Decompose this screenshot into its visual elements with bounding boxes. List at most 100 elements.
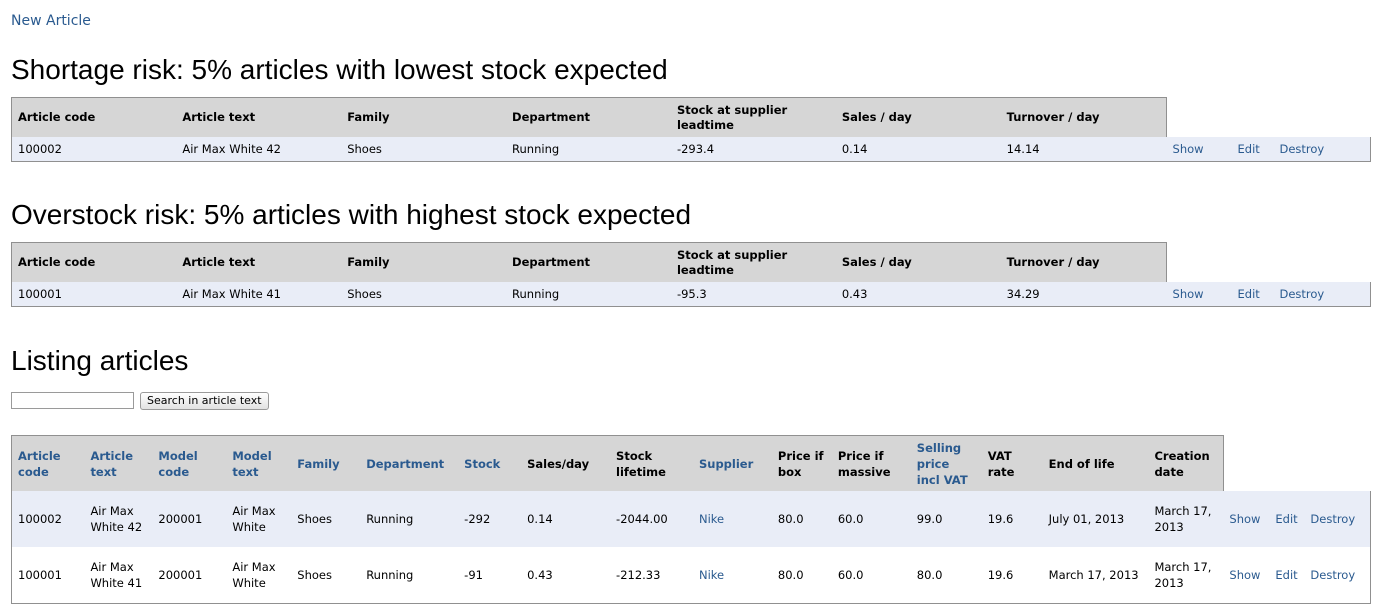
table-cell: July 01, 2013 (1042, 491, 1149, 547)
show-link[interactable]: Show (1173, 287, 1204, 301)
articles-table: Article code Article text Model code Mod… (11, 435, 1372, 604)
search-input[interactable] (11, 392, 134, 409)
show-link[interactable]: Show (1173, 142, 1204, 156)
table-cell: 100002 (11, 137, 177, 162)
table-cell: Running (360, 547, 459, 604)
column-header: Sales / day (835, 97, 1001, 137)
table-cell: 19.6 (981, 547, 1043, 604)
table-cell: March 17, 2013 (1148, 491, 1224, 547)
table-cell: 80.0 (771, 491, 832, 547)
table-cell: 34.29 (1000, 282, 1167, 307)
edit-link[interactable]: Edit (1275, 512, 1297, 526)
column-header: Sales/day (521, 435, 611, 491)
column-header: Stock lifetime (610, 435, 693, 491)
table-header-row: Article code Article text Family Departm… (11, 242, 1371, 282)
column-header: Price if box (771, 435, 832, 491)
table-cell: 0.43 (521, 547, 611, 604)
shortage-risk-table: Article code Article text Family Departm… (11, 97, 1372, 162)
edit-link[interactable]: Edit (1238, 142, 1260, 156)
table-cell: March 17, 2013 (1148, 547, 1224, 604)
column-header: Price if massive (831, 435, 911, 491)
column-header: Family (341, 97, 507, 137)
edit-link[interactable]: Edit (1275, 568, 1297, 582)
sort-supplier[interactable]: Supplier (699, 457, 753, 471)
table-cell: Running (506, 137, 671, 162)
supplier-link[interactable]: Nike (699, 568, 724, 582)
search-button[interactable]: Search in article text (140, 392, 269, 410)
destroy-link[interactable]: Destroy (1279, 142, 1324, 156)
table-cell: 200001 (152, 547, 227, 604)
column-header: Article code (11, 97, 177, 137)
sort-model-code[interactable]: Model code (158, 449, 197, 479)
column-header: Sales / day (835, 242, 1001, 282)
listing-articles-title: Listing articles (11, 345, 189, 376)
table-cell: 200001 (152, 491, 227, 547)
table-cell: 0.14 (835, 137, 1001, 162)
table-cell: Air Max White 41 (84, 547, 153, 604)
table-cell: Shoes (341, 137, 507, 162)
table-cell: Air Max White 42 (176, 137, 342, 162)
table-row: 100002 Air Max White 42 Shoes Running -2… (11, 137, 1372, 162)
table-cell: 19.6 (981, 491, 1043, 547)
destroy-link[interactable]: Destroy (1310, 568, 1355, 582)
table-cell: 99.0 (910, 491, 982, 547)
table-cell: 100001 (11, 547, 85, 604)
table-cell: March 17, 2013 (1042, 547, 1149, 604)
table-cell: -91 (458, 547, 522, 604)
sort-family[interactable]: Family (297, 457, 339, 471)
column-header: Stock at supplier leadtime (670, 242, 836, 282)
sort-selling-price[interactable]: Selling price incl VAT (917, 441, 968, 487)
table-cell: Air Max White 42 (84, 491, 153, 547)
table-cell: -292 (458, 491, 522, 547)
table-cell: 100002 (11, 491, 85, 547)
new-article-link[interactable]: New Article (11, 13, 91, 29)
sort-model-text[interactable]: Model text (232, 449, 271, 479)
table-cell: Shoes (291, 491, 361, 547)
table-header-row: Article code Article text Family Departm… (11, 97, 1371, 137)
column-header: Article code (11, 242, 177, 282)
table-cell: 60.0 (831, 491, 911, 547)
sort-article-code[interactable]: Article code (18, 449, 61, 479)
table-cell: 14.14 (1000, 137, 1167, 162)
supplier-link[interactable]: Nike (699, 512, 724, 526)
table-cell: Air Max White (226, 547, 292, 604)
table-cell: Air Max White (226, 491, 292, 547)
destroy-link[interactable]: Destroy (1310, 512, 1355, 526)
table-cell: -212.33 (610, 547, 693, 604)
table-cell: 80.0 (910, 547, 982, 604)
column-header: Article text (176, 97, 342, 137)
edit-link[interactable]: Edit (1238, 287, 1260, 301)
destroy-link[interactable]: Destroy (1279, 287, 1324, 301)
sort-article-text[interactable]: Article text (90, 449, 133, 479)
column-header: VAT rate (981, 435, 1043, 491)
table-cell: Air Max White 41 (176, 282, 342, 307)
table-cell: -293.4 (670, 137, 836, 162)
column-header: Department (506, 242, 671, 282)
table-row: 100002 Air Max White 42 200001 Air Max W… (11, 491, 1372, 547)
table-cell: 0.43 (835, 282, 1001, 307)
column-header: Department (506, 97, 671, 137)
table-cell: Running (360, 491, 459, 547)
table-cell: 100001 (11, 282, 177, 307)
table-cell: 60.0 (831, 547, 911, 604)
table-cell: -95.3 (670, 282, 836, 307)
shortage-risk-title: Shortage risk: 5% articles with lowest s… (11, 54, 668, 85)
column-header: Creation date (1148, 435, 1224, 491)
sort-stock[interactable]: Stock (464, 457, 500, 471)
column-header: Article text (176, 242, 342, 282)
table-cell: Shoes (291, 547, 361, 604)
overstock-risk-table: Article code Article text Family Departm… (11, 242, 1372, 307)
column-header: Turnover / day (1000, 242, 1168, 282)
column-header: Family (341, 242, 507, 282)
table-row: 100001 Air Max White 41 Shoes Running -9… (11, 282, 1372, 307)
table-row: 100001 Air Max White 41 200001 Air Max W… (11, 547, 1372, 604)
overstock-risk-title: Overstock risk: 5% articles with highest… (11, 199, 692, 230)
show-link[interactable]: Show (1229, 512, 1260, 526)
table-header-row: Article code Article text Model code Mod… (11, 435, 1371, 491)
table-cell: Shoes (341, 282, 507, 307)
sort-department[interactable]: Department (366, 457, 444, 471)
column-header: Stock at supplier leadtime (670, 97, 836, 137)
table-cell: -2044.00 (610, 491, 693, 547)
show-link[interactable]: Show (1229, 568, 1260, 582)
table-cell: 80.0 (771, 547, 832, 604)
